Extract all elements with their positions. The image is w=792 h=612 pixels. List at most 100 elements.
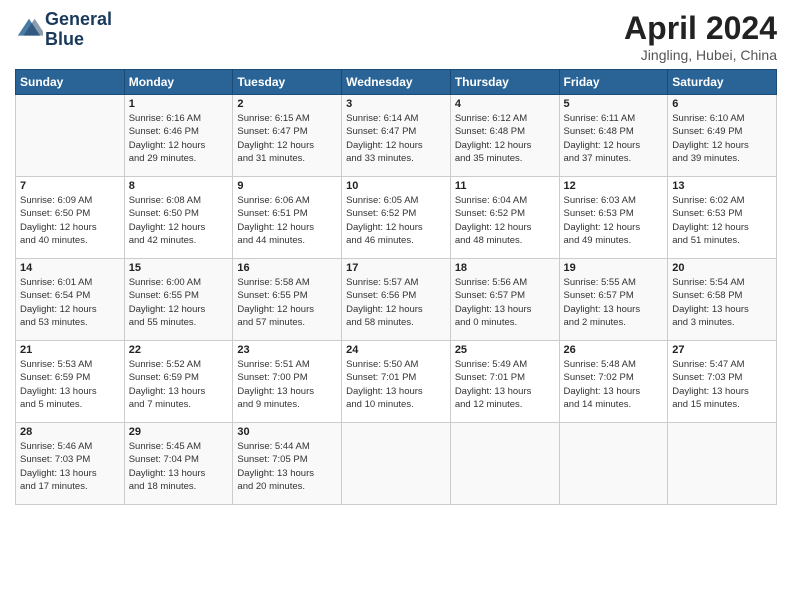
logo-text: General Blue <box>45 10 112 50</box>
week-row-2: 7 Sunrise: 6:09 AM Sunset: 6:50 PM Daylig… <box>16 177 777 259</box>
day-info: Sunrise: 5:46 AM Sunset: 7:03 PM Dayligh… <box>20 440 120 493</box>
day-info: Sunrise: 6:11 AM Sunset: 6:48 PM Dayligh… <box>564 112 664 165</box>
day-number: 26 <box>564 344 664 356</box>
day-cell: 6Sunrise: 6:10 AM Sunset: 6:49 PM Daylig… <box>668 95 777 177</box>
day-cell: 29 Sunrise: 5:45 AM Sunset: 7:04 PM Dayli… <box>124 423 233 505</box>
day-cell <box>16 95 125 177</box>
day-number: 15 <box>129 262 229 274</box>
column-header-sunday: Sunday <box>16 70 125 95</box>
day-number: 12 <box>564 180 664 192</box>
day-info: Sunrise: 5:50 AM Sunset: 7:01 PM Dayligh… <box>346 358 446 411</box>
location: Jingling, Hubei, China <box>624 47 777 63</box>
day-cell: 22Sunrise: 5:52 AM Sunset: 6:59 PM Dayli… <box>124 341 233 423</box>
day-info: Sunrise: 6:10 AM Sunset: 6:49 PM Dayligh… <box>672 112 772 165</box>
day-info: Sunrise: 5:54 AM Sunset: 6:58 PM Dayligh… <box>672 276 772 329</box>
day-info: Sunrise: 5:57 AM Sunset: 6:56 PM Dayligh… <box>346 276 446 329</box>
day-info: Sunrise: 5:52 AM Sunset: 6:59 PM Dayligh… <box>129 358 229 411</box>
day-number: 9 <box>237 180 337 192</box>
week-row-5: 28 Sunrise: 5:46 AM Sunset: 7:03 PM Dayli… <box>16 423 777 505</box>
day-number: 16 <box>237 262 337 274</box>
day-cell: 12 Sunrise: 6:03 AM Sunset: 6:53 PM Dayli… <box>559 177 668 259</box>
day-info: Sunrise: 5:56 AM Sunset: 6:57 PM Dayligh… <box>455 276 555 329</box>
day-info: Sunrise: 5:44 AM Sunset: 7:05 PM Dayligh… <box>237 440 337 493</box>
day-info: Sunrise: 6:12 AM Sunset: 6:48 PM Dayligh… <box>455 112 555 165</box>
day-cell: 1Sunrise: 6:16 AM Sunset: 6:46 PM Daylig… <box>124 95 233 177</box>
day-cell: 30 Sunrise: 5:44 AM Sunset: 7:05 PM Dayli… <box>233 423 342 505</box>
day-number: 28 <box>20 426 120 438</box>
logo: General Blue <box>15 10 112 50</box>
day-info: Sunrise: 6:03 AM Sunset: 6:53 PM Dayligh… <box>564 194 664 247</box>
column-header-friday: Friday <box>559 70 668 95</box>
day-cell: 4 Sunrise: 6:12 AM Sunset: 6:48 PM Daylig… <box>450 95 559 177</box>
column-header-thursday: Thursday <box>450 70 559 95</box>
day-cell: 10 Sunrise: 6:05 AM Sunset: 6:52 PM Dayli… <box>342 177 451 259</box>
day-number: 30 <box>237 426 337 438</box>
day-cell: 3Sunrise: 6:14 AM Sunset: 6:47 PM Daylig… <box>342 95 451 177</box>
day-info: Sunrise: 5:55 AM Sunset: 6:57 PM Dayligh… <box>564 276 664 329</box>
day-info: Sunrise: 6:01 AM Sunset: 6:54 PM Dayligh… <box>20 276 120 329</box>
day-cell: 8Sunrise: 6:08 AM Sunset: 6:50 PM Daylig… <box>124 177 233 259</box>
day-cell: 21Sunrise: 5:53 AM Sunset: 6:59 PM Dayli… <box>16 341 125 423</box>
day-number: 2 <box>237 98 337 110</box>
day-info: Sunrise: 5:45 AM Sunset: 7:04 PM Dayligh… <box>129 440 229 493</box>
day-info: Sunrise: 6:15 AM Sunset: 6:47 PM Dayligh… <box>237 112 337 165</box>
day-cell <box>668 423 777 505</box>
month-title: April 2024 <box>624 10 777 47</box>
day-number: 4 <box>455 98 555 110</box>
day-cell: 25 Sunrise: 5:49 AM Sunset: 7:01 PM Dayli… <box>450 341 559 423</box>
day-cell: 28 Sunrise: 5:46 AM Sunset: 7:03 PM Dayli… <box>16 423 125 505</box>
day-number: 23 <box>237 344 337 356</box>
day-number: 3 <box>346 98 446 110</box>
day-cell: 2 Sunrise: 6:15 AM Sunset: 6:47 PM Daylig… <box>233 95 342 177</box>
week-row-1: 1Sunrise: 6:16 AM Sunset: 6:46 PM Daylig… <box>16 95 777 177</box>
day-number: 20 <box>672 262 772 274</box>
day-info: Sunrise: 5:53 AM Sunset: 6:59 PM Dayligh… <box>20 358 120 411</box>
day-cell: 20 Sunrise: 5:54 AM Sunset: 6:58 PM Dayli… <box>668 259 777 341</box>
day-cell <box>559 423 668 505</box>
day-info: Sunrise: 6:00 AM Sunset: 6:55 PM Dayligh… <box>129 276 229 329</box>
day-cell: 18Sunrise: 5:56 AM Sunset: 6:57 PM Dayli… <box>450 259 559 341</box>
day-info: Sunrise: 6:06 AM Sunset: 6:51 PM Dayligh… <box>237 194 337 247</box>
day-info: Sunrise: 5:49 AM Sunset: 7:01 PM Dayligh… <box>455 358 555 411</box>
day-cell: 15 Sunrise: 6:00 AM Sunset: 6:55 PM Dayli… <box>124 259 233 341</box>
column-header-saturday: Saturday <box>668 70 777 95</box>
column-header-monday: Monday <box>124 70 233 95</box>
day-cell: 24Sunrise: 5:50 AM Sunset: 7:01 PM Dayli… <box>342 341 451 423</box>
day-number: 19 <box>564 262 664 274</box>
day-info: Sunrise: 6:04 AM Sunset: 6:52 PM Dayligh… <box>455 194 555 247</box>
logo-icon <box>15 16 43 44</box>
day-number: 5 <box>564 98 664 110</box>
day-cell: 11 Sunrise: 6:04 AM Sunset: 6:52 PM Dayli… <box>450 177 559 259</box>
day-number: 14 <box>20 262 120 274</box>
calendar-table: SundayMondayTuesdayWednesdayThursdayFrid… <box>15 69 777 505</box>
day-number: 29 <box>129 426 229 438</box>
day-cell: 26Sunrise: 5:48 AM Sunset: 7:02 PM Dayli… <box>559 341 668 423</box>
week-row-4: 21Sunrise: 5:53 AM Sunset: 6:59 PM Dayli… <box>16 341 777 423</box>
day-info: Sunrise: 6:08 AM Sunset: 6:50 PM Dayligh… <box>129 194 229 247</box>
day-number: 1 <box>129 98 229 110</box>
day-cell: 14 Sunrise: 6:01 AM Sunset: 6:54 PM Dayli… <box>16 259 125 341</box>
day-number: 7 <box>20 180 120 192</box>
day-cell: 16Sunrise: 5:58 AM Sunset: 6:55 PM Dayli… <box>233 259 342 341</box>
day-cell: 7 Sunrise: 6:09 AM Sunset: 6:50 PM Daylig… <box>16 177 125 259</box>
logo-line1: General <box>45 10 112 30</box>
main-container: General Blue April 2024 Jingling, Hubei,… <box>0 0 792 515</box>
day-info: Sunrise: 6:09 AM Sunset: 6:50 PM Dayligh… <box>20 194 120 247</box>
day-cell: 17 Sunrise: 5:57 AM Sunset: 6:56 PM Dayli… <box>342 259 451 341</box>
day-info: Sunrise: 5:51 AM Sunset: 7:00 PM Dayligh… <box>237 358 337 411</box>
day-number: 13 <box>672 180 772 192</box>
header: General Blue April 2024 Jingling, Hubei,… <box>15 10 777 63</box>
day-info: Sunrise: 6:05 AM Sunset: 6:52 PM Dayligh… <box>346 194 446 247</box>
day-number: 10 <box>346 180 446 192</box>
day-number: 17 <box>346 262 446 274</box>
week-row-3: 14 Sunrise: 6:01 AM Sunset: 6:54 PM Dayli… <box>16 259 777 341</box>
day-number: 25 <box>455 344 555 356</box>
day-number: 11 <box>455 180 555 192</box>
day-cell: 5 Sunrise: 6:11 AM Sunset: 6:48 PM Daylig… <box>559 95 668 177</box>
logo-line2: Blue <box>45 30 112 50</box>
day-cell <box>450 423 559 505</box>
day-cell: 9 Sunrise: 6:06 AM Sunset: 6:51 PM Daylig… <box>233 177 342 259</box>
day-cell: 13Sunrise: 6:02 AM Sunset: 6:53 PM Dayli… <box>668 177 777 259</box>
day-cell <box>342 423 451 505</box>
day-cell: 27Sunrise: 5:47 AM Sunset: 7:03 PM Dayli… <box>668 341 777 423</box>
